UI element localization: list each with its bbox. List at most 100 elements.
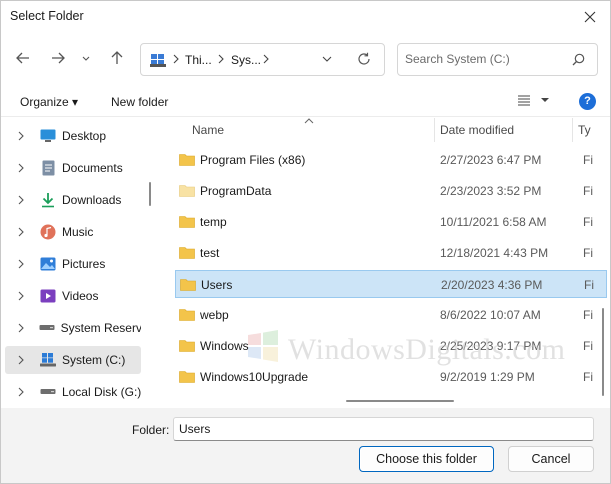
breadcrumb-this-pc[interactable]: Thi... bbox=[185, 53, 212, 67]
window-title: Select Folder bbox=[10, 9, 84, 23]
drive-icon bbox=[39, 320, 55, 336]
sidebar-item-system-reserved[interactable]: System Reserve bbox=[5, 314, 141, 342]
breadcrumb-system[interactable]: Sys... bbox=[231, 53, 261, 67]
horizontal-scrollbar[interactable] bbox=[346, 400, 454, 402]
sidebar-item-label: Music bbox=[62, 225, 94, 239]
music-icon bbox=[40, 224, 56, 240]
search-icon[interactable] bbox=[572, 53, 585, 66]
title-bar: Select Folder bbox=[1, 1, 610, 33]
view-options-button[interactable] bbox=[517, 94, 549, 109]
vertical-scrollbar[interactable] bbox=[602, 308, 604, 396]
sidebar-item-documents[interactable]: Documents bbox=[5, 154, 141, 182]
folder-icon bbox=[180, 279, 196, 291]
sidebar-item-label: Desktop bbox=[62, 129, 107, 143]
file-type: Fi bbox=[583, 153, 593, 167]
choose-folder-button[interactable]: Choose this folder bbox=[359, 446, 494, 472]
chevron-right-icon[interactable] bbox=[18, 131, 34, 141]
sidebar-item-videos[interactable]: Videos bbox=[5, 282, 141, 310]
folder-icon bbox=[179, 185, 195, 197]
recent-locations-button[interactable] bbox=[75, 45, 97, 71]
file-date: 12/18/2021 4:43 PM bbox=[440, 246, 549, 260]
select-folder-dialog: Select Folder Thi... Sys... Search Syste… bbox=[0, 0, 611, 484]
up-button[interactable] bbox=[104, 45, 130, 71]
column-header-name[interactable]: Name bbox=[184, 118, 434, 142]
chevron-right-icon[interactable] bbox=[18, 163, 34, 173]
file-date: 9/2/2019 1:29 PM bbox=[440, 370, 535, 384]
sidebar-item-music[interactable]: Music bbox=[5, 218, 141, 246]
back-button[interactable] bbox=[10, 45, 36, 71]
documents-icon bbox=[40, 160, 56, 176]
folder-icon bbox=[179, 247, 195, 259]
chevron-right-icon bbox=[218, 54, 224, 64]
sidebar-item-local-disk-g[interactable]: Local Disk (G:) bbox=[5, 378, 141, 406]
videos-icon bbox=[40, 288, 56, 304]
file-row[interactable]: ProgramData 2/23/2023 3:52 PM Fi bbox=[175, 177, 607, 205]
close-icon bbox=[584, 11, 596, 23]
chevron-right-icon[interactable] bbox=[18, 387, 34, 397]
sidebar-item-label: Local Disk (G:) bbox=[61, 385, 141, 399]
help-button[interactable]: ? bbox=[579, 93, 596, 110]
file-date: 2/27/2023 6:47 PM bbox=[440, 153, 542, 167]
address-bar[interactable]: Thi... Sys... bbox=[140, 43, 385, 76]
sidebar-item-system-c[interactable]: System (C:) bbox=[5, 346, 141, 374]
sidebar-item-label: System (C:) bbox=[62, 353, 126, 367]
file-name: webp bbox=[200, 308, 229, 322]
search-input[interactable] bbox=[405, 52, 565, 66]
chevron-right-icon[interactable] bbox=[18, 355, 34, 365]
sidebar-item-downloads[interactable]: Downloads bbox=[5, 186, 141, 214]
chevron-right-icon[interactable] bbox=[18, 227, 34, 237]
folder-icon bbox=[179, 216, 195, 228]
file-row[interactable]: test 12/18/2021 4:43 PM Fi bbox=[175, 239, 607, 267]
file-row[interactable]: Windows 2/25/2023 9:17 PM Fi bbox=[175, 332, 607, 360]
file-name: Windows bbox=[200, 339, 249, 353]
folder-icon bbox=[179, 309, 195, 321]
file-row[interactable]: Program Files (x86) 2/27/2023 6:47 PM Fi bbox=[175, 146, 607, 174]
arrow-right-icon bbox=[52, 52, 65, 64]
column-header-date-modified[interactable]: Date modified bbox=[432, 118, 572, 142]
close-button[interactable] bbox=[576, 5, 604, 29]
sidebar-item-label: System Reserve bbox=[60, 321, 141, 335]
file-name: Program Files (x86) bbox=[200, 153, 306, 167]
navigation-row: Thi... Sys... bbox=[1, 37, 610, 81]
file-date: 2/25/2023 9:17 PM bbox=[440, 339, 542, 353]
folder-name-input[interactable] bbox=[173, 417, 594, 441]
folder-icon bbox=[179, 371, 195, 383]
windows-drive-icon bbox=[40, 352, 56, 368]
list-view-icon bbox=[518, 95, 549, 106]
organize-menu-button[interactable]: Organize ▾ bbox=[20, 95, 78, 109]
pictures-icon bbox=[40, 256, 56, 272]
arrow-left-icon bbox=[16, 52, 29, 64]
chevron-right-icon[interactable] bbox=[18, 323, 33, 333]
file-date: 2/20/2023 4:36 PM bbox=[441, 278, 543, 292]
folder-label: Folder: bbox=[132, 423, 170, 437]
column-header-type[interactable]: Ty bbox=[570, 118, 610, 142]
chevron-right-icon[interactable] bbox=[18, 259, 34, 269]
new-folder-button[interactable]: New folder bbox=[111, 95, 168, 109]
file-row[interactable]: temp 10/11/2021 6:58 AM Fi bbox=[175, 208, 607, 236]
file-list: Name Date modified Ty Program Files (x86… bbox=[161, 118, 610, 408]
file-row-selected[interactable]: Users 2/20/2023 4:36 PM Fi bbox=[175, 270, 607, 298]
forward-button[interactable] bbox=[45, 45, 71, 71]
nav-pane-scrollbar[interactable] bbox=[149, 182, 151, 206]
arrow-up-icon bbox=[111, 51, 123, 64]
address-dropdown-icon[interactable] bbox=[322, 54, 332, 64]
chevron-right-icon bbox=[173, 54, 179, 64]
cancel-button[interactable]: Cancel bbox=[508, 446, 594, 472]
chevron-right-icon[interactable] bbox=[18, 291, 34, 301]
sidebar-item-pictures[interactable]: Pictures bbox=[5, 250, 141, 278]
file-type: Fi bbox=[583, 246, 593, 260]
file-date: 10/11/2021 6:58 AM bbox=[440, 215, 547, 229]
file-type: Fi bbox=[583, 370, 593, 384]
chevron-right-icon[interactable] bbox=[18, 195, 34, 205]
dialog-footer: Folder: Choose this folder Cancel bbox=[1, 408, 610, 483]
sidebar-item-desktop[interactable]: Desktop bbox=[5, 122, 141, 150]
refresh-icon[interactable] bbox=[357, 52, 371, 66]
sidebar-item-label: Videos bbox=[62, 289, 99, 303]
file-row[interactable]: webp 8/6/2022 10:07 AM Fi bbox=[175, 301, 607, 329]
file-type: Fi bbox=[583, 339, 593, 353]
file-name: Windows10Upgrade bbox=[200, 370, 309, 384]
file-row[interactable]: Windows10Upgrade 9/2/2019 1:29 PM Fi bbox=[175, 363, 607, 391]
file-date: 8/6/2022 10:07 AM bbox=[440, 308, 541, 322]
search-box bbox=[397, 43, 598, 76]
folder-icon bbox=[179, 154, 195, 166]
